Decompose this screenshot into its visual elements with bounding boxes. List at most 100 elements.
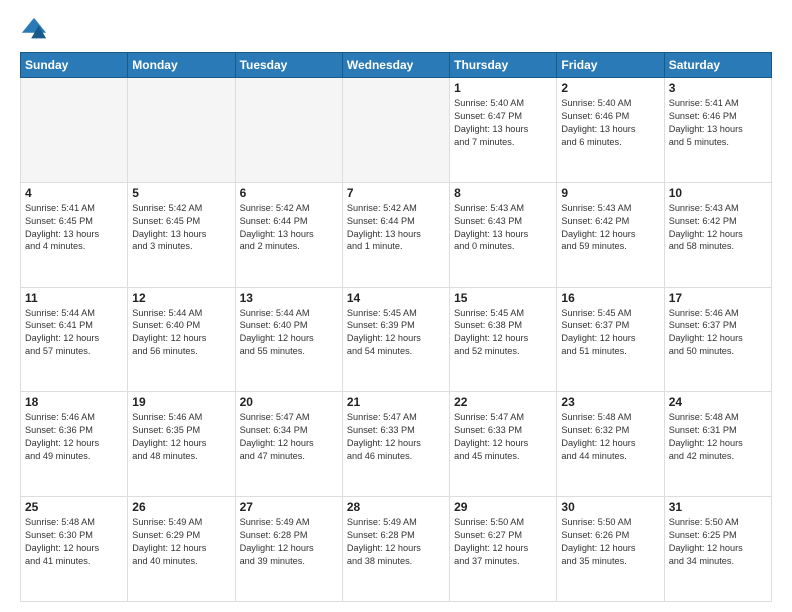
day-info: Sunrise: 5:43 AM Sunset: 6:43 PM Dayligh… — [454, 202, 552, 254]
logo-icon — [20, 16, 48, 44]
day-info: Sunrise: 5:49 AM Sunset: 6:28 PM Dayligh… — [240, 516, 338, 568]
calendar-day-cell: 28 Sunrise: 5:49 AM Sunset: 6:28 PM Dayli… — [342, 497, 449, 602]
calendar-day-cell: 20 Sunrise: 5:47 AM Sunset: 6:34 PM Dayli… — [235, 392, 342, 497]
day-number: 24 — [669, 395, 767, 409]
calendar-day-cell: 15 Sunrise: 5:45 AM Sunset: 6:38 PM Dayli… — [450, 287, 557, 392]
calendar-day-cell: 5Sunrise: 5:42 AM Sunset: 6:45 PM Daylig… — [128, 182, 235, 287]
day-number: 19 — [132, 395, 230, 409]
day-info: Sunrise: 5:50 AM Sunset: 6:26 PM Dayligh… — [561, 516, 659, 568]
day-info: Sunrise: 5:50 AM Sunset: 6:27 PM Dayligh… — [454, 516, 552, 568]
calendar-day-cell: 31 Sunrise: 5:50 AM Sunset: 6:25 PM Dayli… — [664, 497, 771, 602]
calendar-day-cell: 11Sunrise: 5:44 AM Sunset: 6:41 PM Dayli… — [21, 287, 128, 392]
calendar-day-cell: 18 Sunrise: 5:46 AM Sunset: 6:36 PM Dayli… — [21, 392, 128, 497]
day-number: 4 — [25, 186, 123, 200]
calendar-day-cell: 29Sunrise: 5:50 AM Sunset: 6:27 PM Dayli… — [450, 497, 557, 602]
calendar-day-cell — [128, 78, 235, 183]
day-number: 1 — [454, 81, 552, 95]
calendar-day-cell: 17 Sunrise: 5:46 AM Sunset: 6:37 PM Dayli… — [664, 287, 771, 392]
day-number: 20 — [240, 395, 338, 409]
calendar-header-row: SundayMondayTuesdayWednesdayThursdayFrid… — [21, 53, 772, 78]
day-number: 9 — [561, 186, 659, 200]
day-info: Sunrise: 5:50 AM Sunset: 6:25 PM Dayligh… — [669, 516, 767, 568]
calendar-day-cell: 25Sunrise: 5:48 AM Sunset: 6:30 PM Dayli… — [21, 497, 128, 602]
day-info: Sunrise: 5:41 AM Sunset: 6:46 PM Dayligh… — [669, 97, 767, 149]
calendar-day-cell: 30 Sunrise: 5:50 AM Sunset: 6:26 PM Dayli… — [557, 497, 664, 602]
day-info: Sunrise: 5:40 AM Sunset: 6:47 PM Dayligh… — [454, 97, 552, 149]
calendar-day-cell: 7Sunrise: 5:42 AM Sunset: 6:44 PM Daylig… — [342, 182, 449, 287]
day-info: Sunrise: 5:43 AM Sunset: 6:42 PM Dayligh… — [561, 202, 659, 254]
day-number: 13 — [240, 291, 338, 305]
day-number: 17 — [669, 291, 767, 305]
calendar-day-cell: 24 Sunrise: 5:48 AM Sunset: 6:31 PM Dayli… — [664, 392, 771, 497]
calendar-day-header: Thursday — [450, 53, 557, 78]
day-info: Sunrise: 5:45 AM Sunset: 6:39 PM Dayligh… — [347, 307, 445, 359]
day-number: 26 — [132, 500, 230, 514]
day-number: 31 — [669, 500, 767, 514]
calendar-day-cell — [342, 78, 449, 183]
day-info: Sunrise: 5:46 AM Sunset: 6:35 PM Dayligh… — [132, 411, 230, 463]
calendar-table: SundayMondayTuesdayWednesdayThursdayFrid… — [20, 52, 772, 602]
day-info: Sunrise: 5:46 AM Sunset: 6:36 PM Dayligh… — [25, 411, 123, 463]
day-number: 14 — [347, 291, 445, 305]
calendar-week-row: 4Sunrise: 5:41 AM Sunset: 6:45 PM Daylig… — [21, 182, 772, 287]
day-number: 27 — [240, 500, 338, 514]
calendar-day-cell: 13 Sunrise: 5:44 AM Sunset: 6:40 PM Dayli… — [235, 287, 342, 392]
day-number: 12 — [132, 291, 230, 305]
day-info: Sunrise: 5:44 AM Sunset: 6:41 PM Dayligh… — [25, 307, 123, 359]
calendar-week-row: 25Sunrise: 5:48 AM Sunset: 6:30 PM Dayli… — [21, 497, 772, 602]
logo — [20, 16, 52, 44]
calendar-day-cell: 27 Sunrise: 5:49 AM Sunset: 6:28 PM Dayli… — [235, 497, 342, 602]
day-info: Sunrise: 5:46 AM Sunset: 6:37 PM Dayligh… — [669, 307, 767, 359]
calendar-day-cell: 9 Sunrise: 5:43 AM Sunset: 6:42 PM Daylig… — [557, 182, 664, 287]
calendar-day-cell: 10Sunrise: 5:43 AM Sunset: 6:42 PM Dayli… — [664, 182, 771, 287]
calendar-day-cell: 19 Sunrise: 5:46 AM Sunset: 6:35 PM Dayli… — [128, 392, 235, 497]
day-info: Sunrise: 5:44 AM Sunset: 6:40 PM Dayligh… — [240, 307, 338, 359]
day-number: 16 — [561, 291, 659, 305]
calendar-day-cell: 23 Sunrise: 5:48 AM Sunset: 6:32 PM Dayli… — [557, 392, 664, 497]
day-number: 21 — [347, 395, 445, 409]
day-info: Sunrise: 5:47 AM Sunset: 6:34 PM Dayligh… — [240, 411, 338, 463]
day-number: 5 — [132, 186, 230, 200]
header — [20, 16, 772, 44]
day-info: Sunrise: 5:42 AM Sunset: 6:44 PM Dayligh… — [347, 202, 445, 254]
calendar-day-header: Monday — [128, 53, 235, 78]
calendar-day-cell: 2Sunrise: 5:40 AM Sunset: 6:46 PM Daylig… — [557, 78, 664, 183]
day-number: 23 — [561, 395, 659, 409]
day-info: Sunrise: 5:45 AM Sunset: 6:38 PM Dayligh… — [454, 307, 552, 359]
day-number: 30 — [561, 500, 659, 514]
calendar-day-cell: 22 Sunrise: 5:47 AM Sunset: 6:33 PM Dayli… — [450, 392, 557, 497]
calendar-day-cell: 8 Sunrise: 5:43 AM Sunset: 6:43 PM Daylig… — [450, 182, 557, 287]
calendar-day-header: Sunday — [21, 53, 128, 78]
calendar-day-header: Tuesday — [235, 53, 342, 78]
calendar-day-cell — [21, 78, 128, 183]
calendar-day-header: Wednesday — [342, 53, 449, 78]
day-info: Sunrise: 5:49 AM Sunset: 6:28 PM Dayligh… — [347, 516, 445, 568]
day-info: Sunrise: 5:47 AM Sunset: 6:33 PM Dayligh… — [454, 411, 552, 463]
day-info: Sunrise: 5:48 AM Sunset: 6:31 PM Dayligh… — [669, 411, 767, 463]
calendar-day-cell: 26Sunrise: 5:49 AM Sunset: 6:29 PM Dayli… — [128, 497, 235, 602]
day-info: Sunrise: 5:45 AM Sunset: 6:37 PM Dayligh… — [561, 307, 659, 359]
calendar-day-cell: 1 Sunrise: 5:40 AM Sunset: 6:47 PM Daylig… — [450, 78, 557, 183]
day-number: 15 — [454, 291, 552, 305]
calendar-day-cell — [235, 78, 342, 183]
day-number: 2 — [561, 81, 659, 95]
day-number: 28 — [347, 500, 445, 514]
calendar-day-cell: 12 Sunrise: 5:44 AM Sunset: 6:40 PM Dayli… — [128, 287, 235, 392]
day-info: Sunrise: 5:44 AM Sunset: 6:40 PM Dayligh… — [132, 307, 230, 359]
calendar-day-cell: 14 Sunrise: 5:45 AM Sunset: 6:39 PM Dayli… — [342, 287, 449, 392]
calendar-day-cell: 4Sunrise: 5:41 AM Sunset: 6:45 PM Daylig… — [21, 182, 128, 287]
day-number: 6 — [240, 186, 338, 200]
day-number: 22 — [454, 395, 552, 409]
day-number: 10 — [669, 186, 767, 200]
calendar-day-cell: 21 Sunrise: 5:47 AM Sunset: 6:33 PM Dayli… — [342, 392, 449, 497]
calendar-day-cell: 16 Sunrise: 5:45 AM Sunset: 6:37 PM Dayli… — [557, 287, 664, 392]
calendar-day-cell: 6 Sunrise: 5:42 AM Sunset: 6:44 PM Daylig… — [235, 182, 342, 287]
day-info: Sunrise: 5:42 AM Sunset: 6:44 PM Dayligh… — [240, 202, 338, 254]
day-number: 18 — [25, 395, 123, 409]
calendar-day-header: Saturday — [664, 53, 771, 78]
day-info: Sunrise: 5:48 AM Sunset: 6:32 PM Dayligh… — [561, 411, 659, 463]
calendar-week-row: 18 Sunrise: 5:46 AM Sunset: 6:36 PM Dayli… — [21, 392, 772, 497]
day-number: 8 — [454, 186, 552, 200]
page: SundayMondayTuesdayWednesdayThursdayFrid… — [0, 0, 792, 612]
day-info: Sunrise: 5:47 AM Sunset: 6:33 PM Dayligh… — [347, 411, 445, 463]
